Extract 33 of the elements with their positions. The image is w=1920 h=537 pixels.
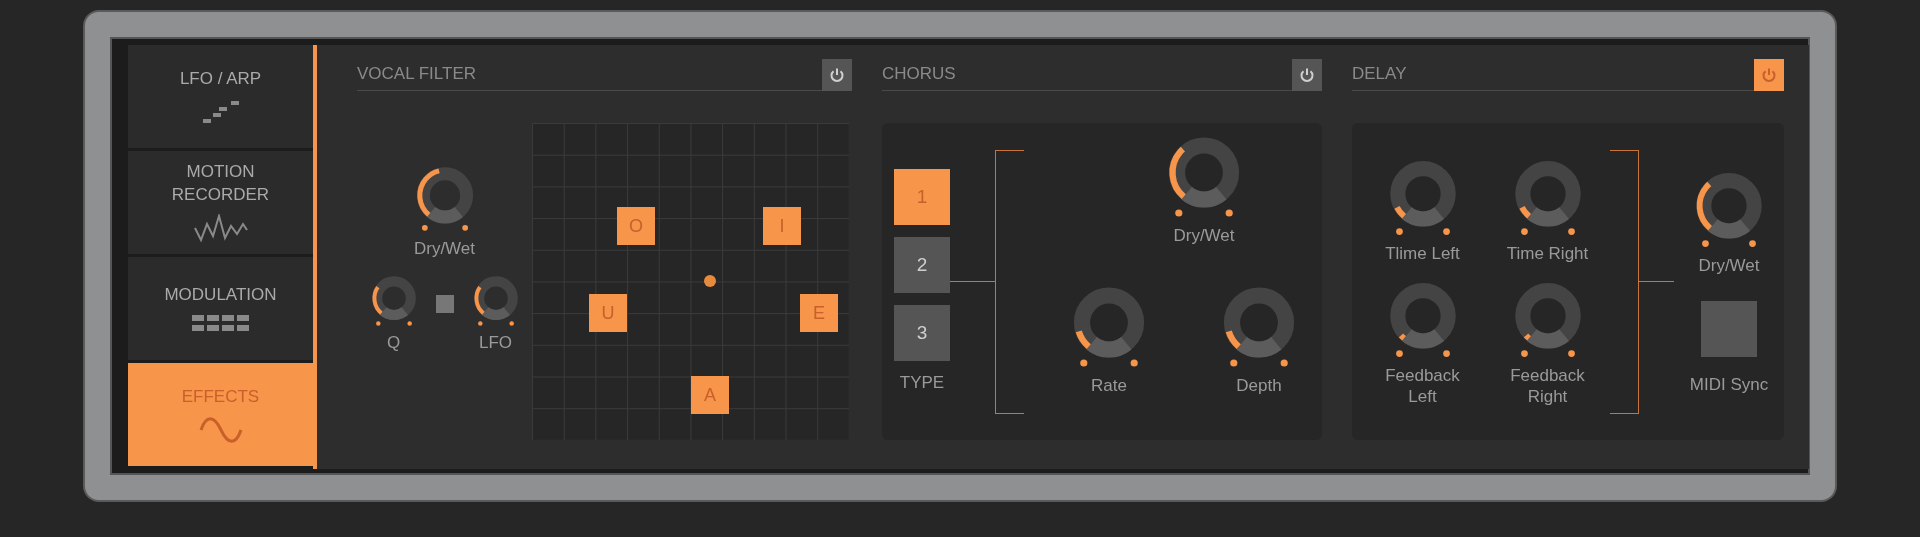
knob-label: Feedback Left bbox=[1384, 366, 1461, 408]
section-title: DELAY bbox=[1352, 64, 1754, 91]
steps-icon bbox=[200, 98, 241, 125]
power-button[interactable] bbox=[822, 59, 852, 91]
power-icon bbox=[829, 67, 845, 83]
knob-label: Dry/Wet bbox=[1173, 225, 1235, 246]
knob-label: Rate bbox=[1091, 375, 1127, 396]
section-title: CHORUS bbox=[882, 64, 1292, 91]
knob-label: Dry/Wet bbox=[413, 239, 476, 260]
sidebar-tab[interactable]: MOTION RECORDER bbox=[128, 151, 313, 254]
grid-blocks-icon bbox=[191, 314, 250, 333]
power-icon bbox=[1761, 67, 1777, 83]
knob-label: Q bbox=[386, 333, 401, 354]
power-button[interactable] bbox=[1292, 59, 1322, 91]
section-title: VOCAL FILTER bbox=[357, 64, 822, 91]
type-button[interactable]: 2 bbox=[894, 237, 950, 294]
waveform-icon bbox=[192, 213, 249, 244]
knob-label: Time Right bbox=[1506, 243, 1589, 265]
pad-cursor[interactable] bbox=[704, 275, 716, 287]
midi-sync-toggle[interactable] bbox=[1701, 300, 1757, 357]
type-label: TYPE bbox=[899, 373, 945, 394]
knob-label: LFO bbox=[478, 333, 513, 354]
knob-label: Feedback Right bbox=[1509, 366, 1586, 408]
midi-sync-label: MIDI Sync bbox=[1689, 374, 1769, 395]
power-icon bbox=[1299, 67, 1315, 83]
knob-label: Tlime Left bbox=[1385, 243, 1460, 265]
knob-label: Depth bbox=[1236, 375, 1282, 396]
sidebar-tab[interactable]: MODULATION bbox=[128, 257, 313, 360]
lfo-link-toggle[interactable] bbox=[435, 295, 454, 314]
knob-label: Dry/Wet bbox=[1698, 256, 1760, 277]
type-button[interactable]: 3 bbox=[894, 305, 950, 362]
sine-wave-icon bbox=[197, 416, 244, 443]
sidebar-tab[interactable]: LFO / ARP bbox=[128, 45, 313, 148]
